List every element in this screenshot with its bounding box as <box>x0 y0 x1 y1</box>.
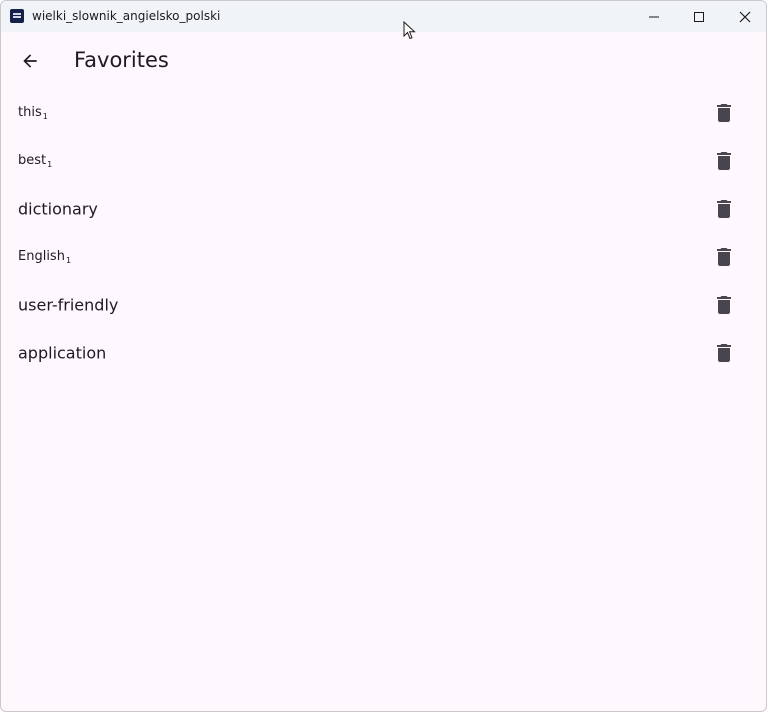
list-item[interactable]: application <box>1 329 766 377</box>
back-button[interactable] <box>11 42 49 80</box>
trash-icon <box>717 104 731 122</box>
delete-button[interactable] <box>704 237 744 277</box>
list-item[interactable]: user-friendly <box>1 281 766 329</box>
minimize-icon <box>649 16 659 17</box>
word-text: this <box>18 105 42 120</box>
trash-icon <box>717 152 731 170</box>
app-bar: Favorites <box>1 32 766 90</box>
homonym-index: 1 <box>47 160 53 169</box>
app-window: wielki_slownik_angielsko_polski Favorite… <box>0 0 767 712</box>
delete-button[interactable] <box>704 93 744 133</box>
delete-button[interactable] <box>704 285 744 325</box>
window-title: wielki_slownik_angielsko_polski <box>32 9 221 23</box>
favorites-list: this1 best1 dictionary English1 user-friendl… <box>1 89 766 377</box>
word-text: dictionary <box>18 199 98 219</box>
arrow-back-icon <box>23 54 37 68</box>
close-button[interactable] <box>722 1 766 32</box>
maximize-icon <box>694 11 704 22</box>
homonym-index: 1 <box>42 112 48 121</box>
trash-icon <box>717 200 731 218</box>
minimize-button[interactable] <box>631 1 677 32</box>
delete-button[interactable] <box>704 189 744 229</box>
list-item[interactable]: best1 <box>1 137 766 185</box>
word-text: application <box>18 343 107 363</box>
trash-icon <box>717 296 731 314</box>
mouse-cursor-icon <box>403 21 416 40</box>
list-item[interactable]: English1 <box>1 233 766 281</box>
word-text: English <box>18 249 65 264</box>
homonym-index: 1 <box>65 256 72 265</box>
favorite-word: application <box>18 344 106 363</box>
delete-button[interactable] <box>704 141 744 181</box>
trash-icon <box>717 344 731 362</box>
favorite-word: best1 <box>18 153 52 169</box>
list-item[interactable]: dictionary <box>1 185 766 233</box>
page-title: Favorites <box>74 48 169 72</box>
favorite-word: user-friendly <box>18 296 118 315</box>
trash-icon <box>717 248 731 266</box>
delete-button[interactable] <box>704 333 744 373</box>
favorite-word: English1 <box>18 249 71 265</box>
word-text: user-friendly <box>18 295 119 315</box>
favorite-word: this1 <box>18 105 48 121</box>
title-bar: wielki_slownik_angielsko_polski <box>1 1 766 32</box>
app-logo-icon <box>10 9 24 23</box>
favorite-word: dictionary <box>18 200 98 219</box>
maximize-button[interactable] <box>676 1 722 32</box>
list-item[interactable]: this1 <box>1 89 766 137</box>
close-icon <box>739 11 751 22</box>
word-text: best <box>18 153 47 168</box>
